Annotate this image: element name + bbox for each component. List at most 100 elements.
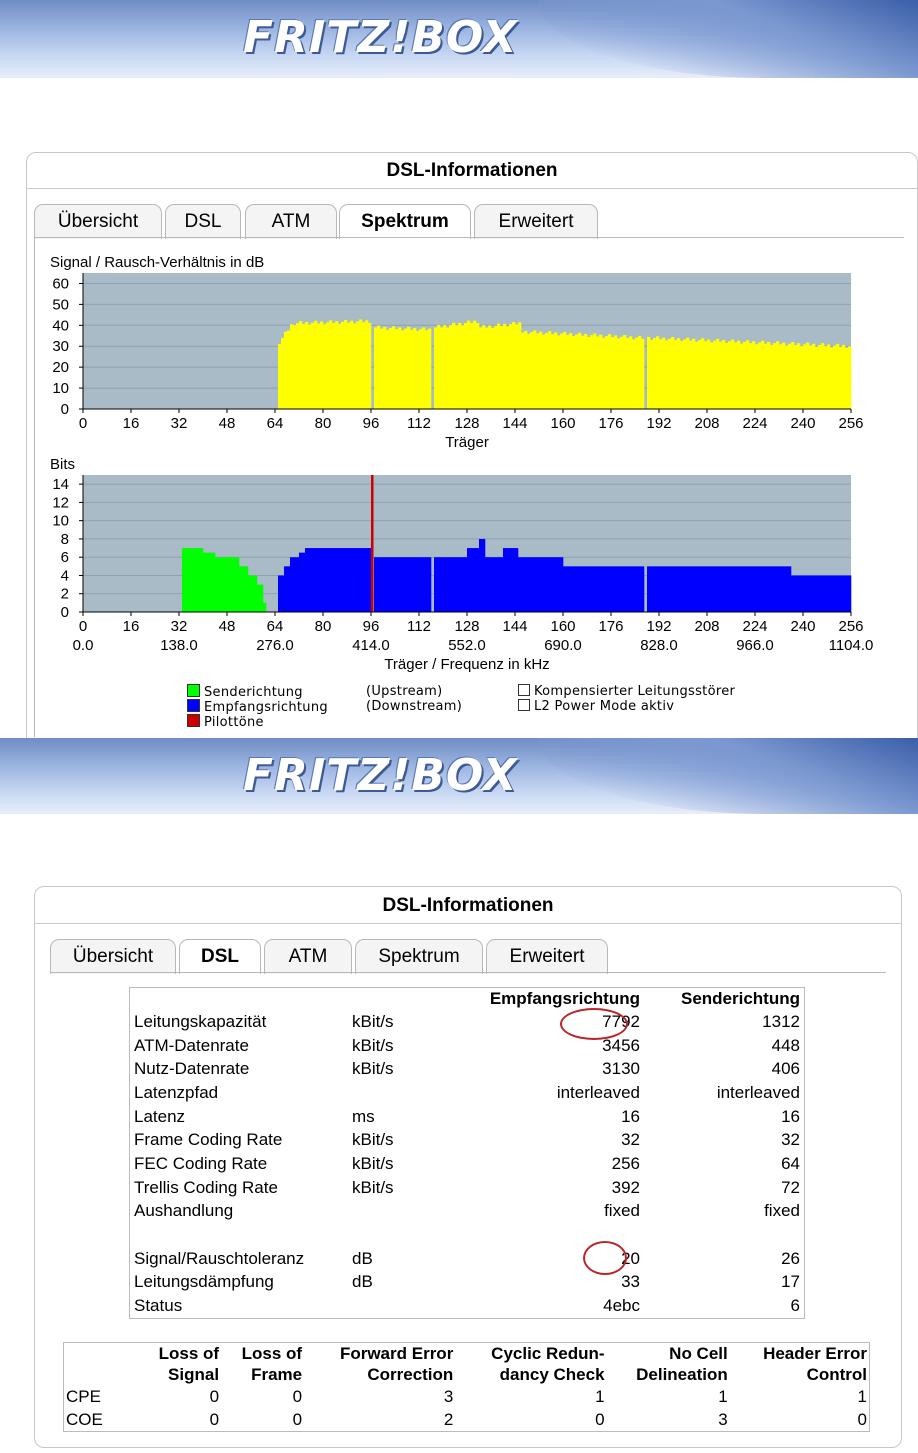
snr-bar — [278, 343, 282, 409]
kompensiert-checkbox[interactable] — [518, 684, 530, 696]
y-tick-label: 20 — [52, 359, 69, 376]
snr-bar — [767, 341, 771, 409]
snr-bar — [293, 325, 297, 409]
snr-bar — [509, 324, 513, 409]
snr-bar — [701, 338, 705, 409]
tab-uebersicht[interactable]: Übersicht — [34, 204, 162, 239]
freq-tick-label: 828.0 — [640, 637, 678, 654]
row-rx: interleaved — [556, 1082, 640, 1102]
error-table-header: Loss of Signal Loss of Frame Forward Error Co… — [64, 1343, 870, 1386]
tab-dsl[interactable]: DSL — [165, 204, 241, 239]
snr-bar — [374, 327, 378, 409]
l2-checkbox[interactable] — [518, 699, 530, 711]
header-senderichtung: Senderichtung — [680, 989, 800, 1008]
tab-atm[interactable]: ATM — [245, 204, 337, 239]
fritzbox-logo: FRITZ!BOX — [243, 12, 518, 63]
snr-bar — [725, 342, 729, 409]
snr-bar — [398, 327, 402, 409]
header-line: Forward Error — [339, 1344, 454, 1363]
snr-bar — [848, 346, 852, 409]
downstream-bar — [647, 566, 708, 612]
table-row: ATM-Datenrate kBit/s 3456 448 — [130, 1034, 805, 1058]
row-rx: fixed — [604, 1201, 640, 1221]
legend-check-kompensiert: Kompensierter Leitungsstörer — [518, 684, 735, 699]
error-col-header: Loss of Signal — [138, 1343, 221, 1386]
x-tick-label: 176 — [598, 618, 623, 635]
header-line: Delineation — [636, 1365, 728, 1384]
snr-bar — [647, 336, 651, 409]
snr-bar — [290, 324, 294, 409]
x-tick-label: 16 — [123, 618, 140, 635]
x-tick-label: 160 — [550, 415, 575, 432]
fritzbox-logo: FRITZ!BOX — [243, 750, 518, 801]
snr-bar — [350, 320, 354, 409]
snr-bar — [362, 322, 366, 409]
snr-bar — [503, 323, 507, 409]
row-unit: kBit/s — [352, 1130, 394, 1150]
tab-atm[interactable]: ATM — [264, 939, 352, 974]
legend-upstream-note: (Upstream) — [366, 684, 443, 699]
panel-title: DSL-Informationen — [382, 895, 554, 916]
snr-bar — [347, 322, 351, 409]
snr-bar — [641, 338, 645, 409]
tab-uebersicht[interactable]: Übersicht — [50, 939, 176, 974]
snr-bar — [425, 330, 429, 409]
table-row: Nutz-Datenrate kBit/s 3130 406 — [130, 1057, 805, 1081]
downstream-bar — [467, 548, 480, 612]
header-line: Frame — [251, 1365, 303, 1384]
snr-bar — [773, 343, 777, 409]
x-tick-label: 128 — [454, 618, 479, 635]
tab-spektrum[interactable]: Spektrum — [339, 204, 471, 239]
row-unit: dB — [352, 1272, 373, 1292]
pilot-bar — [371, 475, 374, 612]
banner-swoosh — [538, 0, 918, 78]
snr-bar — [317, 323, 321, 409]
snr-bar — [491, 327, 495, 409]
snr-bar — [770, 344, 774, 409]
legend-upstream: Senderichtung — [187, 684, 303, 700]
snr-bar — [797, 343, 801, 409]
row-tx: interleaved — [716, 1082, 800, 1102]
y-tick-label: 10 — [52, 380, 69, 397]
downstream-bar — [290, 557, 300, 612]
snr-bar — [518, 322, 522, 409]
y-tick-label: 6 — [61, 549, 69, 566]
y-tick-label: 60 — [52, 275, 69, 292]
title-divider — [35, 923, 901, 924]
y-tick-label: 0 — [61, 604, 69, 621]
snr-bar — [755, 344, 759, 409]
dsl-values-table: Empfangsrichtung Senderichtung Leitungsk… — [129, 987, 805, 1319]
tab-erweitert[interactable]: Erweitert — [486, 939, 608, 974]
tab-erweitert[interactable]: Erweitert — [474, 204, 598, 239]
snr-bar — [344, 319, 348, 409]
freq-tick-label: 276.0 — [256, 637, 294, 654]
row-tx: 32 — [781, 1130, 800, 1150]
x-tick-label: 256 — [838, 415, 863, 432]
x-tick-label: 32 — [171, 618, 188, 635]
snr-bar — [551, 334, 555, 409]
row-label: Frame Coding Rate — [134, 1130, 283, 1150]
downstream-bar — [305, 548, 330, 612]
snr-bar — [515, 324, 519, 409]
snr-bar — [572, 336, 576, 409]
snr-bar — [401, 330, 405, 409]
snr-bar — [584, 333, 588, 409]
x-tick-label: 192 — [646, 415, 671, 432]
snr-bar — [323, 324, 327, 409]
row-unit — [348, 1200, 446, 1224]
snr-bar — [731, 339, 735, 409]
tab-spektrum[interactable]: Spektrum — [355, 939, 483, 974]
tab-dsl[interactable]: DSL — [179, 939, 261, 974]
x-tick-label: 112 — [407, 415, 431, 432]
row-tx: 1312 — [762, 1011, 800, 1031]
snr-bar — [632, 339, 636, 409]
snr-bar — [452, 322, 456, 409]
snr-bar — [359, 319, 363, 409]
row-label: Aushandlung — [134, 1201, 234, 1221]
snr-bar — [458, 322, 462, 409]
snr-bar — [341, 321, 345, 409]
x-tick-label: 240 — [790, 415, 815, 432]
x-tick-label: 144 — [502, 415, 527, 432]
row-unit — [348, 1081, 446, 1105]
table-row: Signal/Rauschtoleranz dB 20 26 — [130, 1247, 805, 1271]
